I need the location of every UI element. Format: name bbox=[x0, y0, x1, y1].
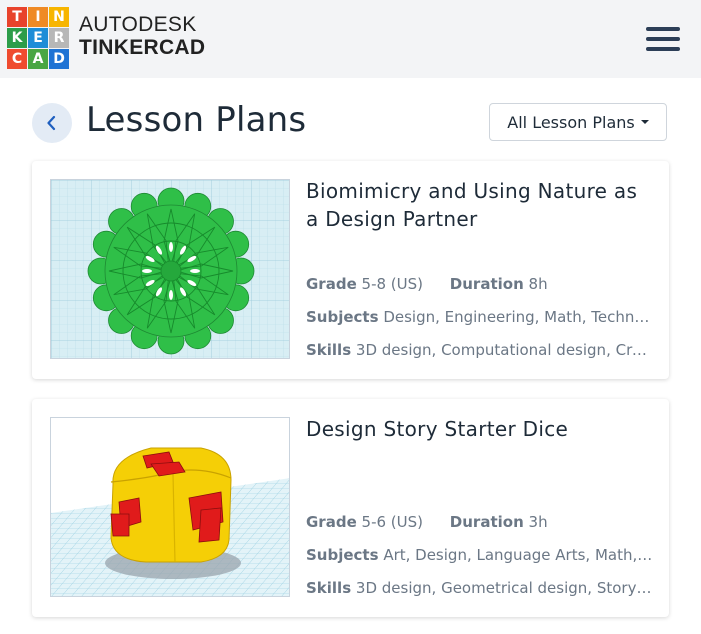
lesson-card[interactable]: Biomimicry and Using Nature as a Design … bbox=[32, 161, 669, 379]
logo-letter: T bbox=[7, 7, 27, 27]
grade-label: Grade bbox=[306, 513, 357, 531]
hamburger-bar bbox=[646, 27, 680, 31]
subjects-label: Subjects bbox=[306, 546, 379, 564]
subjects-label: Subjects bbox=[306, 308, 379, 326]
hamburger-bar bbox=[646, 47, 680, 51]
duration-label: Duration bbox=[449, 513, 524, 531]
grade-label: Grade bbox=[306, 275, 357, 293]
duration-label: Duration bbox=[449, 275, 524, 293]
lesson-title[interactable]: Biomimicry and Using Nature as a Design … bbox=[306, 177, 656, 233]
logo-letter: E bbox=[28, 28, 48, 48]
lesson-grade-duration: Grade 5-6 (US) Duration 3h bbox=[306, 513, 656, 531]
lesson-grade-duration: Grade 5-8 (US) Duration 8h bbox=[306, 275, 656, 293]
logo-letter: A bbox=[28, 49, 48, 69]
lesson-filter-dropdown[interactable]: All Lesson Plans bbox=[489, 103, 667, 141]
brand-line-autodesk: AUTODESK bbox=[79, 13, 197, 36]
skills-value: 3D design, Geometrical design, Storytell… bbox=[355, 579, 656, 597]
grade-value: 5-8 (US) bbox=[361, 275, 424, 293]
skills-value: 3D design, Computational design, Creativ… bbox=[355, 341, 656, 359]
logo-letter: R bbox=[49, 28, 69, 48]
hamburger-icon[interactable] bbox=[646, 27, 680, 51]
lesson-card[interactable]: Design Story Starter Dice Grade 5-6 (US)… bbox=[32, 399, 669, 617]
subjects-value: Design, Engineering, Math, Technology bbox=[383, 308, 656, 326]
skills-label: Skills bbox=[306, 579, 352, 597]
back-button[interactable] bbox=[32, 103, 72, 143]
hamburger-bar bbox=[646, 37, 680, 41]
tinkercad-logo[interactable]: T I N K E R C A D bbox=[7, 7, 69, 69]
subjects-value: Art, Design, Language Arts, Math, Techno… bbox=[383, 546, 656, 564]
caret-down-icon bbox=[640, 120, 649, 124]
logo-letter: D bbox=[49, 49, 69, 69]
chevron-left-icon bbox=[47, 115, 56, 131]
lesson-skills: Skills 3D design, Computational design, … bbox=[306, 341, 656, 359]
logo-letter: I bbox=[28, 7, 48, 27]
lesson-title[interactable]: Design Story Starter Dice bbox=[306, 415, 656, 443]
logo-letter: N bbox=[49, 7, 69, 27]
dice-model-image bbox=[51, 418, 289, 596]
lesson-subjects: Subjects Design, Engineering, Math, Tech… bbox=[306, 308, 656, 326]
page-title: Lesson Plans bbox=[86, 100, 307, 140]
lesson-thumbnail[interactable] bbox=[50, 179, 290, 359]
logo-letter: C bbox=[7, 49, 27, 69]
duration-value: 8h bbox=[528, 275, 548, 293]
duration-value: 3h bbox=[528, 513, 548, 531]
filter-label: All Lesson Plans bbox=[507, 112, 635, 132]
top-header: T I N K E R C A D AUTODESK TINKERCAD bbox=[0, 0, 701, 78]
brand-line-tinkercad: TINKERCAD bbox=[79, 36, 206, 59]
brand-wordmark[interactable]: AUTODESK TINKERCAD bbox=[79, 14, 205, 58]
lesson-subjects: Subjects Art, Design, Language Arts, Mat… bbox=[306, 546, 656, 564]
flower-model-image bbox=[51, 180, 289, 358]
logo-letter: K bbox=[7, 28, 27, 48]
lesson-skills: Skills 3D design, Geometrical design, St… bbox=[306, 579, 656, 597]
grade-value: 5-6 (US) bbox=[361, 513, 424, 531]
lesson-thumbnail[interactable] bbox=[50, 417, 290, 597]
skills-label: Skills bbox=[306, 341, 352, 359]
